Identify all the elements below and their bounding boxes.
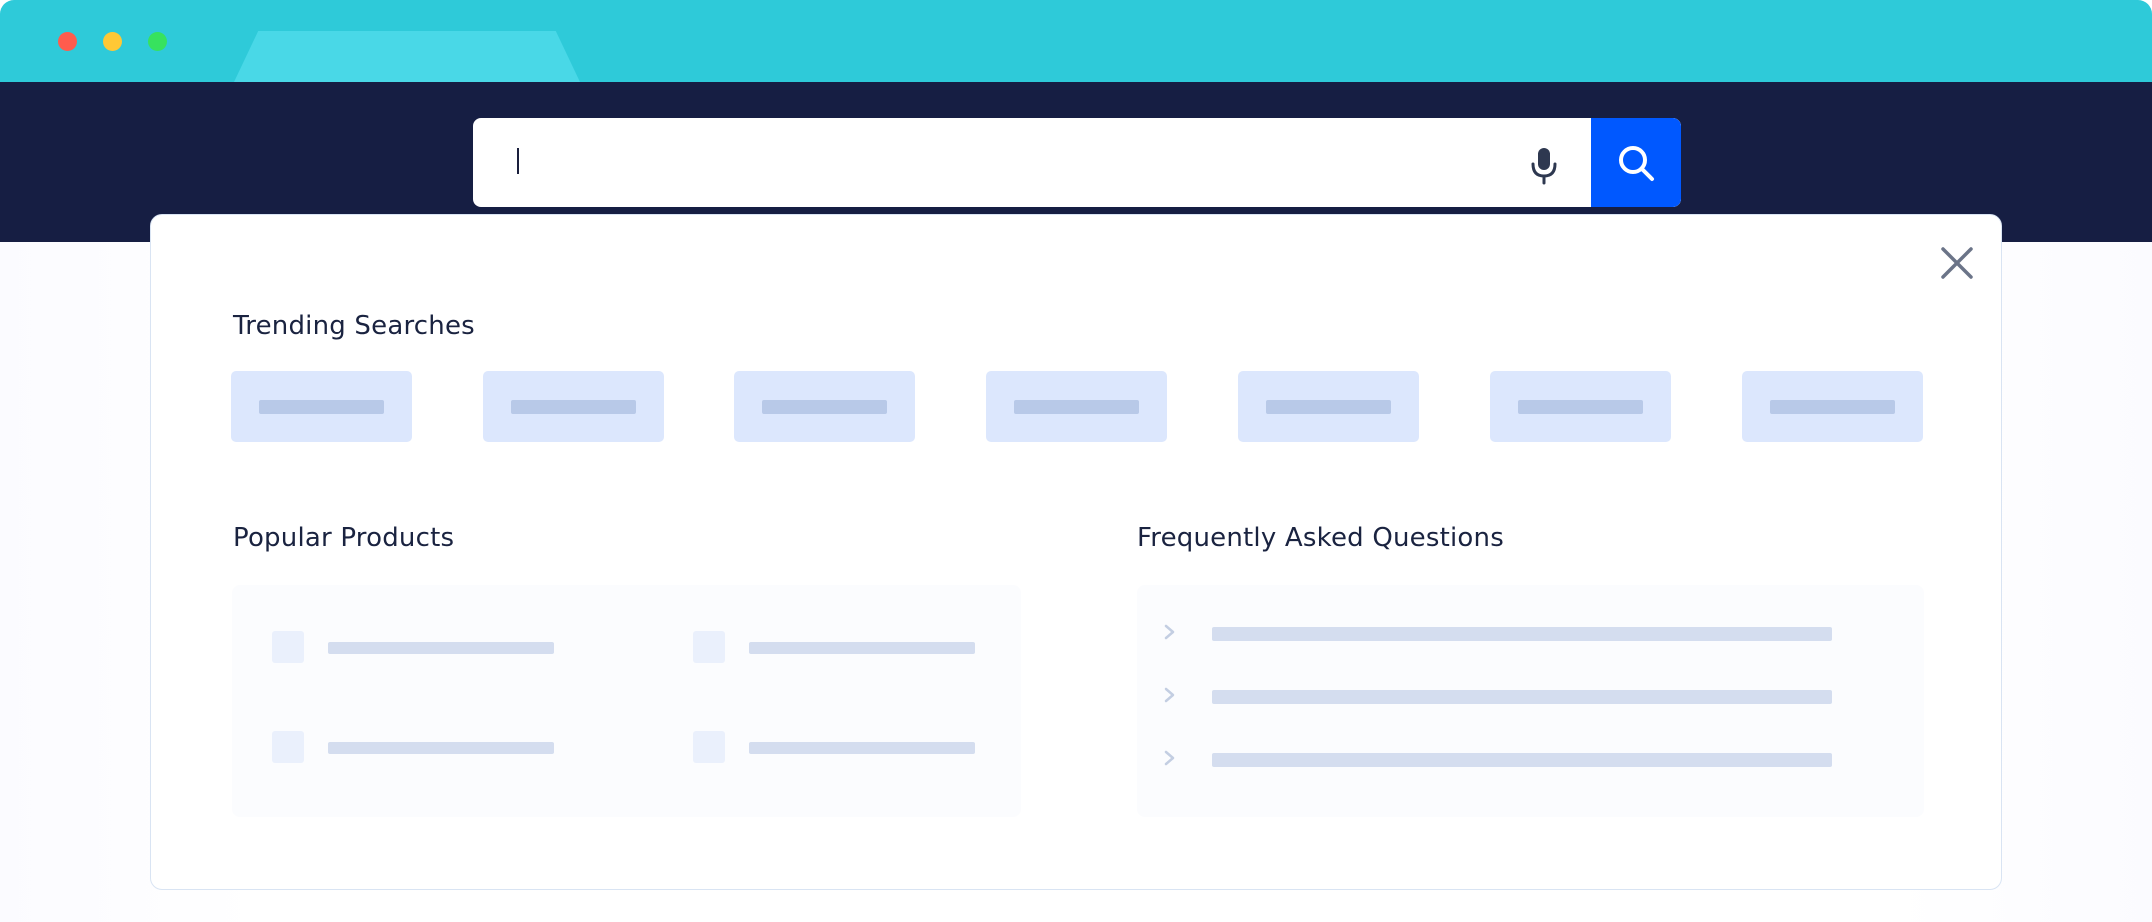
chip-placeholder	[511, 400, 636, 414]
chevron-right-icon	[1163, 623, 1177, 641]
search-suggestions-panel: Trending Searches Popular Products Frequ…	[150, 214, 2002, 890]
chip-placeholder	[259, 400, 384, 414]
chip-placeholder	[1770, 400, 1895, 414]
trending-chip[interactable]	[1742, 371, 1923, 442]
product-thumbnail	[693, 631, 725, 663]
trending-chip[interactable]	[734, 371, 915, 442]
popular-products-heading: Popular Products	[233, 523, 455, 553]
browser-titlebar	[0, 0, 2152, 82]
trending-chip[interactable]	[1238, 371, 1419, 442]
product-item[interactable]	[693, 629, 993, 663]
trending-chip[interactable]	[1490, 371, 1671, 442]
product-thumbnail	[693, 731, 725, 763]
faq-item[interactable]	[1137, 678, 1924, 712]
chevron-right-icon	[1163, 749, 1177, 767]
product-name-placeholder	[328, 742, 554, 754]
microphone-icon[interactable]	[1527, 146, 1561, 186]
faq-question-placeholder	[1212, 627, 1832, 641]
search-input[interactable]	[473, 118, 1593, 207]
faq-item[interactable]	[1137, 615, 1924, 649]
close-icon[interactable]	[1937, 243, 1977, 283]
product-name-placeholder	[328, 642, 554, 654]
faq-list	[1137, 585, 1924, 817]
chip-placeholder	[1014, 400, 1139, 414]
chip-placeholder	[1266, 400, 1391, 414]
trending-chip[interactable]	[483, 371, 664, 442]
chip-placeholder	[762, 400, 887, 414]
chevron-right-icon	[1163, 686, 1177, 704]
product-item[interactable]	[693, 729, 993, 763]
window-minimize-dot[interactable]	[103, 32, 122, 51]
faq-item[interactable]	[1137, 741, 1924, 775]
product-thumbnail	[272, 631, 304, 663]
product-item[interactable]	[272, 629, 572, 663]
product-name-placeholder	[749, 742, 975, 754]
text-caret	[517, 148, 519, 174]
faq-heading: Frequently Asked Questions	[1137, 523, 1504, 553]
window-close-dot[interactable]	[58, 32, 77, 51]
window-maximize-dot[interactable]	[148, 32, 167, 51]
product-item[interactable]	[272, 729, 572, 763]
chip-placeholder	[1518, 400, 1643, 414]
browser-tab[interactable]	[234, 31, 580, 82]
trending-chip[interactable]	[231, 371, 412, 442]
search-bar	[473, 118, 1681, 207]
product-thumbnail	[272, 731, 304, 763]
popular-products-list	[232, 585, 1021, 817]
product-name-placeholder	[749, 642, 975, 654]
search-button[interactable]	[1591, 118, 1681, 207]
faq-question-placeholder	[1212, 753, 1832, 767]
trending-searches-heading: Trending Searches	[233, 311, 475, 341]
faq-question-placeholder	[1212, 690, 1832, 704]
trending-chip[interactable]	[986, 371, 1167, 442]
